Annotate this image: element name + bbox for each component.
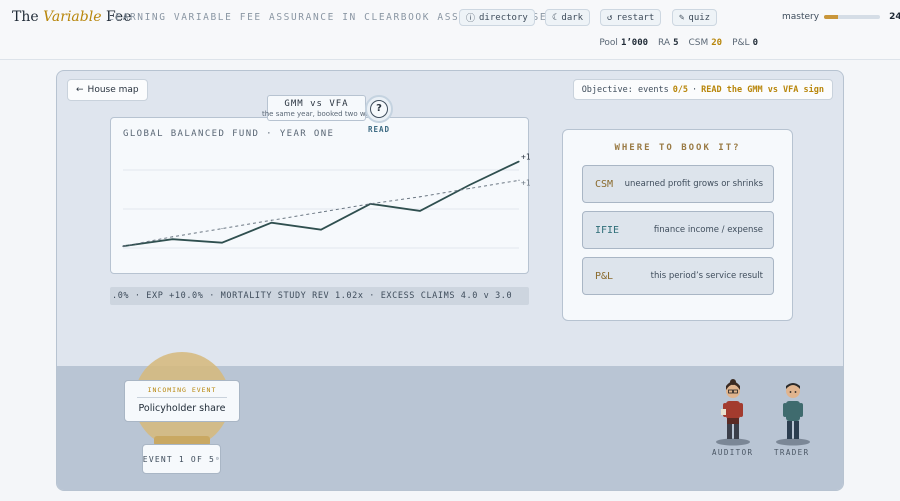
read-sign-card[interactable]: GMM vs VFA the same year, booked two way… <box>262 95 378 121</box>
incoming-event-card[interactable]: INCOMING EVENT Policyholder share <box>124 380 240 422</box>
arrow-left-icon: ← <box>76 85 84 95</box>
auditor-sprite <box>716 379 750 446</box>
incoming-event-label: INCOMING EVENT <box>137 386 227 398</box>
restart-button[interactable]: ↺ restart <box>600 9 662 26</box>
data-point-expected <box>468 187 471 190</box>
moon-icon: ☾ <box>552 12 558 23</box>
series-end-label-actual: +12% <box>521 152 530 161</box>
book-option-ifie[interactable]: IFIE finance income / expense <box>582 211 774 249</box>
chart-plot: +12% +10% exp. <box>122 152 530 249</box>
series-end-label-expected: +10% exp. <box>521 178 530 187</box>
objective-task: READ the GMM vs VFA sign <box>701 84 824 95</box>
book-option-csm[interactable]: CSM unearned profit grows or shrinks <box>582 165 774 203</box>
game-scene: ← House map Objective: events 0/5 · READ… <box>56 70 844 491</box>
data-point-expected <box>320 211 322 213</box>
stat-ra: RA 5 <box>658 38 679 48</box>
info-icon: ⓘ <box>466 14 476 24</box>
trader-label: TRADER <box>774 448 810 457</box>
event-counter: EVENT 1 OF 5 ⚙ <box>142 444 221 474</box>
stat-pool: Pool 1’000 <box>599 38 649 48</box>
incoming-event-value: Policyholder share <box>138 403 226 414</box>
data-point-expected <box>518 179 520 181</box>
booking-panel: WHERE TO BOOK IT? CSM unearned profit gr… <box>562 129 793 321</box>
data-point-expected <box>369 203 372 205</box>
stat-pl: P&L 0 <box>732 38 758 48</box>
mastery-value: 24 <box>889 12 900 22</box>
stat-csm: CSM 20 <box>688 38 723 48</box>
auditor-label: AUDITOR <box>712 448 754 457</box>
data-point-actual <box>468 184 471 186</box>
read-sign-title: GMM vs VFA <box>284 99 349 109</box>
dark-mode-button[interactable]: ☾ dark <box>545 9 591 26</box>
read-label[interactable]: READ <box>368 125 390 134</box>
fund-chart: GLOBAL BALANCED FUND · YEAR ONE +12%+10%… <box>110 117 530 274</box>
data-point-expected <box>122 245 124 247</box>
news-ticker: .0% · EXP +10.0% · MORTALITY STUDY REV 1… <box>110 287 529 305</box>
data-point-actual <box>419 210 421 212</box>
series-line-actual <box>122 160 520 248</box>
stats-bar: Pool 1’000 RA 5 CSM 20 P&L 0 <box>599 38 758 48</box>
question-icon[interactable]: ? <box>370 100 388 118</box>
data-point-actual <box>171 238 174 240</box>
data-point-actual <box>221 242 223 244</box>
restart-icon: ↺ <box>607 12 613 23</box>
mastery-meter: mastery 24 <box>782 12 900 22</box>
booking-title: WHERE TO BOOK IT? <box>614 143 741 153</box>
data-point-actual <box>518 160 520 163</box>
data-point-expected <box>221 227 223 230</box>
data-point-actual <box>270 222 273 224</box>
mastery-bar-fill <box>824 15 838 19</box>
trader-character[interactable] <box>775 371 811 447</box>
directory-button[interactable]: ⓘ directory <box>459 9 535 26</box>
data-point-expected <box>270 219 273 221</box>
gear-icon: ⚙ <box>216 456 221 462</box>
wand-icon: ✎ <box>679 12 685 23</box>
data-point-expected <box>171 236 174 238</box>
objective-banner: Objective: events 0/5 · READ the GMM vs … <box>572 79 833 100</box>
auditor-character[interactable] <box>715 371 751 447</box>
objective-count: 0/5 <box>672 84 689 95</box>
book-option-pl[interactable]: P&L this period’s service result <box>582 257 774 295</box>
data-point-actual <box>320 229 322 231</box>
top-bar: The Variable Fee LEARNING VARIABLE FEE A… <box>0 0 900 60</box>
mastery-bar <box>824 15 881 19</box>
trader-sprite <box>776 383 810 446</box>
quiz-button[interactable]: ✎ quiz <box>672 9 718 26</box>
data-point-expected <box>419 196 421 198</box>
read-sign-subtitle: the same year, booked two ways <box>262 110 378 118</box>
house-map-button[interactable]: ← House map <box>67 79 148 101</box>
